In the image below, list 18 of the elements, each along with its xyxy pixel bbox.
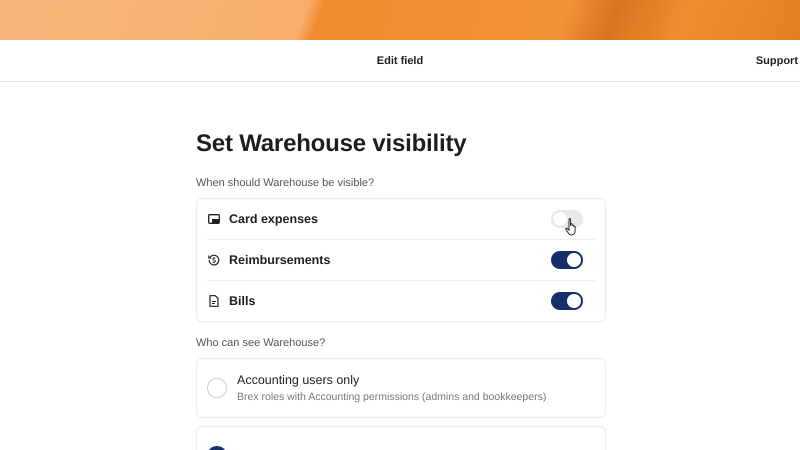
option-label: Bills xyxy=(229,294,256,308)
option-description: Brex roles with Accounting permissions (admins and bookkeepers) xyxy=(237,391,546,403)
option-card[interactable]: Accounting users only Brex roles with Accounting permissions (admins and bookkeepers) xyxy=(196,358,606,418)
option-title: Accounting users only xyxy=(237,373,360,387)
option-label: Card expenses xyxy=(229,212,319,226)
card-icon xyxy=(208,214,220,224)
toggle-switch[interactable] xyxy=(551,292,583,310)
toggle-switch[interactable] xyxy=(551,210,583,228)
document-icon xyxy=(209,295,219,307)
support-link[interactable]: Support xyxy=(756,54,800,66)
toggle-switch[interactable] xyxy=(551,251,583,269)
section-question: When should Warehouse be visible? xyxy=(196,177,376,189)
option-label: Reimbursements xyxy=(229,253,332,267)
page-title: Edit field xyxy=(376,54,424,66)
dollar-refresh-icon xyxy=(208,254,220,266)
radio-button[interactable] xyxy=(207,378,227,398)
page-heading: Set Warehouse visibility xyxy=(196,130,468,158)
section-question: Who can see Warehouse? xyxy=(196,337,326,349)
